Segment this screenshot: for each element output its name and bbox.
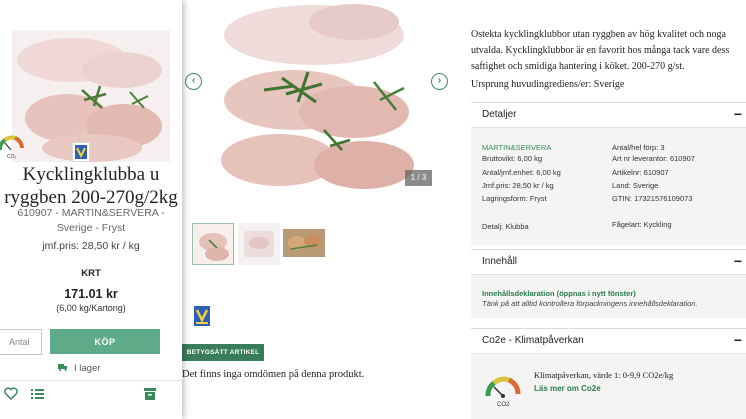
list-icon[interactable] — [31, 387, 44, 405]
climate-read-more-link[interactable]: Läs mer om Co2e — [534, 384, 601, 393]
detail-right-5: GTIN: 17321576109073 — [612, 194, 693, 203]
card-actions — [0, 387, 182, 405]
detail-right-1: Antal/hel förp: 3 — [612, 143, 665, 152]
bird-type: Fågelart: Kyckling — [612, 220, 672, 229]
origin-text: Ursprung huvudingrediens/er: Sverige — [471, 79, 625, 90]
detail-right-3: Artikelnr: 610907 — [612, 168, 669, 177]
co2-gauge-icon: CO2 — [483, 372, 523, 408]
prev-image-button[interactable]: ‹ — [185, 73, 202, 90]
next-image-button[interactable]: › — [431, 73, 448, 90]
no-reviews-text: Det finns inga omdömen på denna produkt. — [182, 369, 365, 380]
details-accordion-header[interactable]: Detaljer − — [471, 102, 746, 126]
heart-icon[interactable] — [4, 387, 18, 405]
contents-title: Innehåll — [482, 256, 518, 267]
product-title[interactable]: Kycklingklubba u ryggben 200-270g/2kg — [0, 163, 182, 209]
thumbnail-2[interactable] — [238, 223, 280, 265]
detail-left-1: Bruttovikt: 6,00 kg — [482, 154, 543, 163]
svg-text:CO₂: CO₂ — [7, 154, 17, 160]
comparison-price: jmf.pris: 28,50 kr / kg — [42, 240, 140, 252]
ingredients-note: Tänk på att alltid kontrollera förpackni… — [482, 299, 698, 308]
price-unit-label: KRT — [81, 268, 101, 279]
divider — [0, 380, 182, 381]
contents-accordion-header[interactable]: Innehåll − — [471, 249, 746, 273]
details-body: MARTIN&SERVERA Bruttovikt: 6,00 kg Antal… — [471, 127, 746, 245]
stock-status: I lager — [58, 363, 100, 374]
detail-right-2: Art nr leverantor: 610907 — [612, 154, 695, 163]
stock-label: I lager — [74, 363, 101, 374]
co2-gauge-label: CO2 — [497, 402, 510, 408]
brand-logo-icon — [72, 142, 90, 162]
product-description: Ostekta kycklingklubbor utan ryggben av … — [471, 29, 730, 72]
product-details-panel: Ostekta kycklingklubbor utan ryggben av … — [471, 0, 746, 419]
detail-left-4: Lagringsform: Fryst — [482, 194, 547, 203]
collapse-icon[interactable]: − — [734, 250, 742, 272]
thumbnail-1[interactable] — [192, 223, 234, 265]
buy-button[interactable]: KÖP — [50, 329, 160, 354]
detail-right-4: Land: Sverige — [612, 181, 659, 190]
archive-icon[interactable] — [144, 387, 156, 405]
brand-logo-icon — [194, 306, 210, 326]
detail-left-3: Jmf.pris: 28,50 kr / kg — [482, 181, 554, 190]
climate-title: Co2e - Klimatpåverkan — [482, 335, 584, 346]
quantity-input[interactable]: Antal — [0, 329, 42, 355]
product-image[interactable] — [12, 30, 170, 162]
detail-type: Detalj: Klubba — [482, 222, 529, 231]
climate-gauge-icon: CO₂ — [0, 132, 26, 160]
contents-body: Innehållsdeklaration (öppnas i nytt föns… — [471, 274, 746, 318]
image-counter: 1 / 3 — [405, 170, 432, 186]
price: 171.01 kr — [64, 287, 118, 301]
collapse-icon[interactable]: − — [734, 329, 742, 351]
detail-left-2: Antal/jmf.enhet: 6,00 kg — [482, 168, 561, 177]
image-gallery: ‹ › 1 / 3 BETYGSÄTT ARTIKEL Det finns in… — [182, 0, 454, 419]
product-card: CO₂ Kycklingklubba u ryggben 200-270g/2k… — [0, 0, 182, 419]
details-title: Detaljer — [482, 109, 517, 120]
product-subtitle: 610907 - MARTIN&SERVERA - Sverige - Frys… — [17, 207, 165, 234]
ingredients-link[interactable]: Innehållsdeklaration (öppnas i nytt föns… — [482, 289, 636, 299]
package-unit: (6,00 kg/Kartong) — [56, 303, 126, 313]
collapse-icon[interactable]: − — [734, 103, 742, 125]
climate-accordion-header[interactable]: Co2e - Klimatpåverkan − — [471, 328, 746, 352]
main-product-image[interactable] — [204, 0, 426, 205]
thumbnail-3[interactable] — [283, 223, 325, 265]
truck-icon — [58, 363, 68, 374]
climate-value-text: Klimatpåverkan, värde 1: 0-9,9 CO2e/kg — [534, 370, 674, 380]
rate-product-button[interactable]: BETYGSÄTT ARTIKEL — [182, 344, 264, 361]
brand-name[interactable]: MARTIN&SERVERA — [482, 143, 551, 153]
